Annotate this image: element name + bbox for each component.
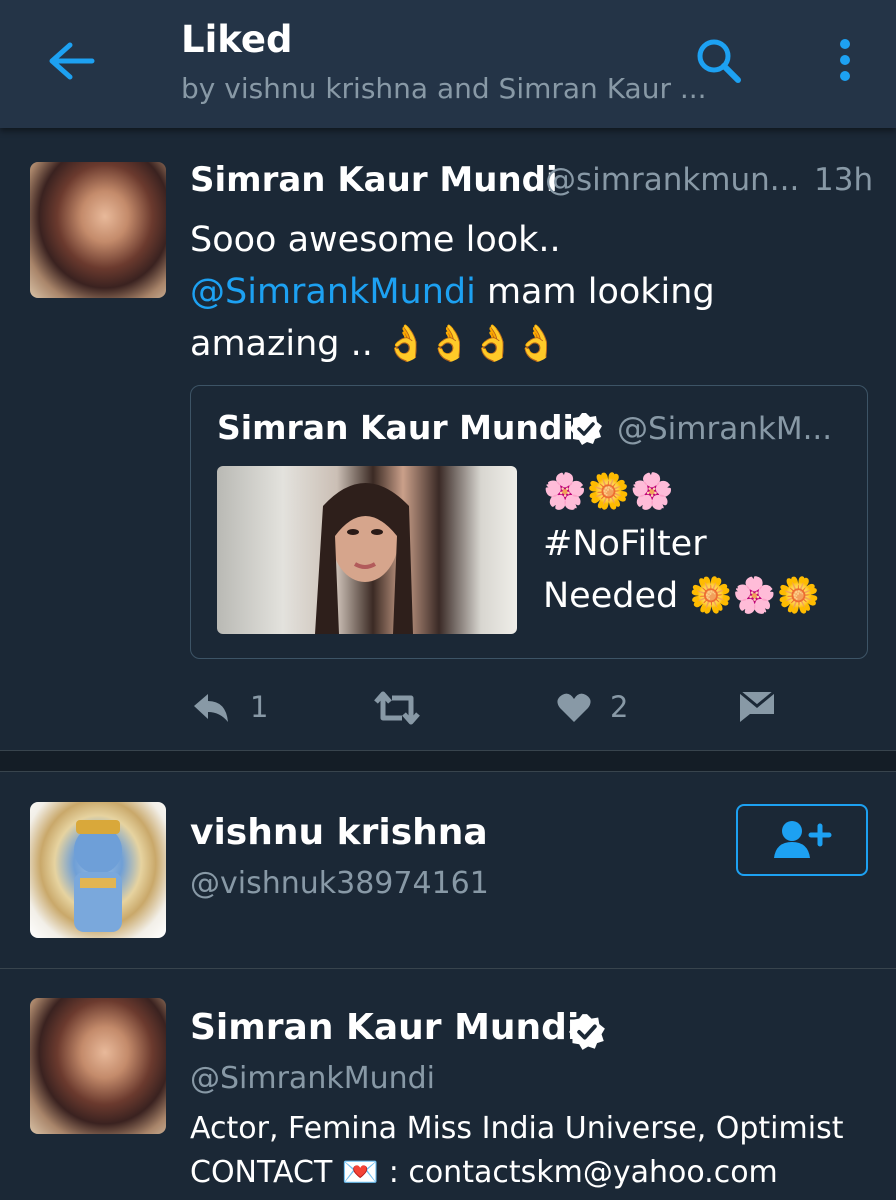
back-button[interactable]: [44, 36, 100, 86]
retweet-icon: [374, 691, 420, 725]
avatar[interactable]: [30, 162, 166, 298]
back-arrow-icon: [49, 42, 95, 80]
section-separator: [0, 750, 896, 772]
user-list-item[interactable]: vishnu krishna @vishnuk38974161: [0, 772, 896, 968]
direct-message-button[interactable]: [738, 684, 778, 730]
photo-portrait-shape: [315, 483, 413, 634]
quoted-text-line: 🌸🌼🌸: [543, 472, 674, 512]
user-list-item[interactable]: Simran Kaur Mundi @SimrankMundi Actor, F…: [0, 969, 896, 1200]
tweet-actions: 1 2: [190, 684, 880, 730]
reply-button[interactable]: 1: [190, 684, 280, 730]
verified-icon: [570, 413, 602, 445]
verified-icon: [569, 1014, 605, 1050]
tweet-author-name[interactable]: Simran Kaur Mundi: [190, 160, 558, 200]
tweet-text-line: Sooo awesome look..: [190, 220, 561, 260]
reply-icon: [194, 694, 228, 722]
quoted-tweet-photo[interactable]: [217, 466, 517, 634]
avatar[interactable]: [30, 998, 166, 1134]
more-vertical-icon: [840, 39, 850, 81]
user-name[interactable]: Simran Kaur Mundi: [190, 1007, 579, 1048]
quoted-author-handle: @SimrankM...: [617, 411, 833, 447]
like-count: 2: [610, 690, 629, 724]
user-handle: @vishnuk38974161: [190, 866, 489, 901]
tweet[interactable]: Simran Kaur Mundi @simrankmun... 13h Soo…: [0, 130, 896, 750]
quoted-hashtag[interactable]: #NoFilter: [543, 518, 853, 570]
quoted-text-line: Needed 🌼🌸🌼: [543, 576, 821, 616]
tweet-author-handle: @simrankmun...: [545, 162, 800, 198]
quoted-tweet[interactable]: Simran Kaur Mundi @SimrankM... 🌸🌼🌸 #NoFi…: [190, 385, 868, 659]
more-options-button[interactable]: [830, 36, 860, 86]
page-subtitle: by vishnu krishna and Simran Kaur ...: [181, 72, 707, 105]
avatar-figure-shape: [74, 820, 122, 932]
user-bio-line: CONTACT 💌 : contactskm@yahoo.com: [190, 1155, 778, 1190]
page-title: Liked: [181, 18, 293, 61]
retweet-button[interactable]: [372, 684, 422, 730]
user-bio-line: Actor, Femina Miss India Universe, Optim…: [190, 1111, 844, 1146]
tweet-timestamp: 13h: [814, 162, 874, 198]
user-name[interactable]: vishnu krishna: [190, 812, 488, 853]
follow-button[interactable]: [736, 804, 868, 876]
avatar[interactable]: [30, 802, 166, 938]
user-bio: Actor, Femina Miss India Universe, Optim…: [190, 1107, 870, 1195]
direct-message-icon: [739, 690, 775, 722]
quoted-author-name: Simran Kaur Mundi: [217, 408, 574, 447]
heart-icon: [557, 693, 591, 722]
search-button[interactable]: [692, 34, 746, 88]
like-button[interactable]: 2: [556, 684, 636, 730]
search-icon: [697, 39, 741, 83]
quoted-tweet-text: 🌸🌼🌸 #NoFilter Needed 🌼🌸🌼: [543, 466, 853, 622]
follow-user-icon: [774, 821, 832, 858]
tweet-mention-link[interactable]: @SimrankMundi: [190, 272, 476, 312]
tweet-text: Sooo awesome look.. @SimrankMundi mam lo…: [190, 214, 850, 370]
reply-count: 1: [250, 690, 269, 724]
app-header: Liked by vishnu krishna and Simran Kaur …: [0, 0, 896, 128]
user-handle: @SimrankMundi: [190, 1061, 435, 1096]
